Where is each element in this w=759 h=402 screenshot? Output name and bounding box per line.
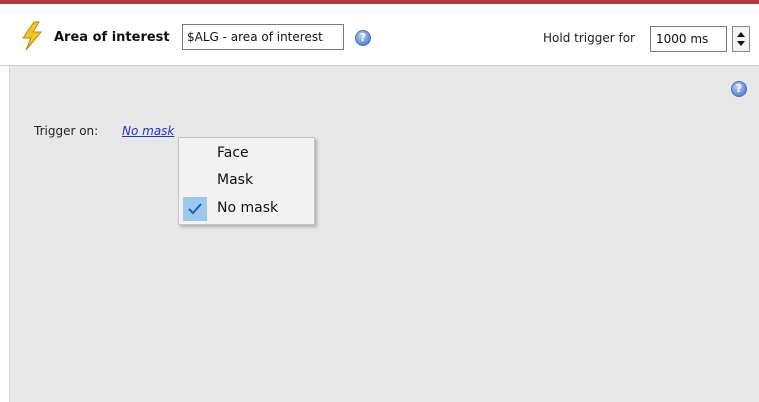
help-icon[interactable]: ? [731,81,747,97]
trigger-on-label: Trigger on: [34,124,99,138]
hold-trigger-input[interactable] [650,26,727,52]
trigger-mode-menu: Face Mask No mask [178,137,315,225]
spin-down-icon[interactable] [737,41,745,46]
panel-divider [9,66,10,402]
menu-item-mask[interactable]: Mask [179,167,314,195]
left-panel-edge [0,66,9,402]
menu-item-label: Mask [217,172,254,188]
menu-item-label: No mask [217,200,279,216]
area-name-input[interactable] [182,24,344,50]
menu-item-face[interactable]: Face [179,140,314,168]
spin-up-icon[interactable] [737,32,745,37]
hold-trigger-spinner[interactable] [732,26,750,52]
menu-item-label: Face [217,145,249,161]
page-title: Area of interest [54,30,170,45]
help-icon[interactable]: ? [355,30,371,46]
trigger-mode-link[interactable]: No mask [122,124,174,138]
checkmark-icon [183,197,207,221]
header-bar: Area of interest ? Hold trigger for [0,4,759,66]
hold-trigger-label: Hold trigger for [543,31,635,45]
menu-item-no-mask[interactable]: No mask [179,195,314,223]
lightning-bolt-icon [22,21,43,51]
